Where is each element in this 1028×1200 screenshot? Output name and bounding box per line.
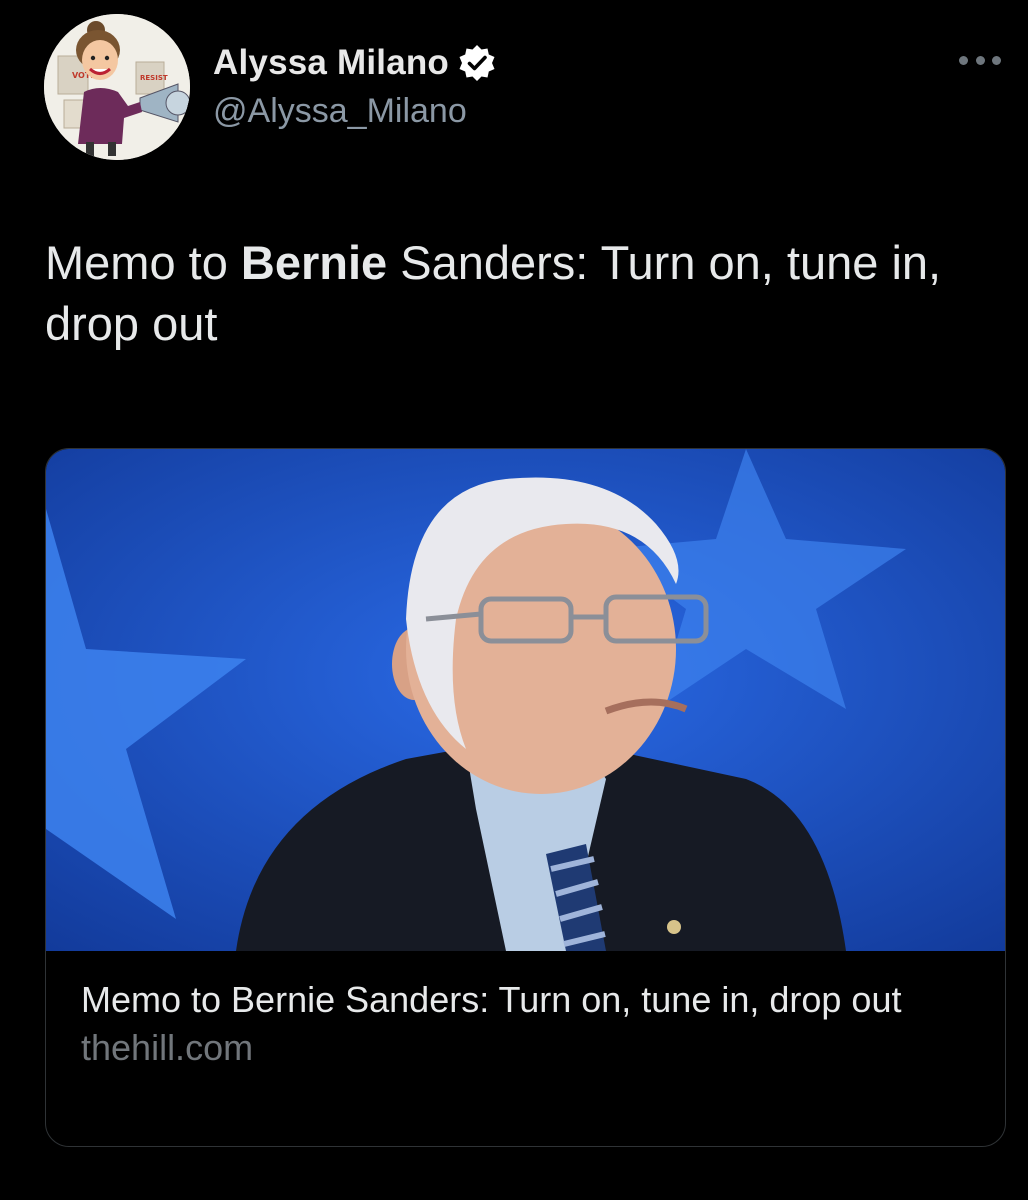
author-name-row[interactable]: Alyssa Milano <box>213 40 497 86</box>
link-preview-title[interactable]: Memo to Bernie Sanders: Turn on, tune in… <box>81 977 961 1023</box>
link-preview-domain: thehill.com <box>81 1027 254 1069</box>
author-display-name[interactable]: Alyssa Milano <box>213 43 449 83</box>
more-dot <box>975 55 985 65</box>
tweet-text-bold: Bernie <box>240 236 388 289</box>
tweet-text-part: Memo to <box>45 236 241 289</box>
link-preview-card[interactable]: Memo to Bernie Sanders: Turn on, tune in… <box>45 448 1006 1147</box>
more-dot <box>992 55 1001 65</box>
avatar[interactable]: VOTE RESIST <box>44 14 190 160</box>
svg-text:RESIST: RESIST <box>140 74 168 82</box>
tweet-text: Memo to Bernie Sanders: Turn on, tune in… <box>45 232 995 354</box>
verified-badge-icon <box>459 45 495 81</box>
avatar-caricature-icon: VOTE RESIST <box>44 14 190 160</box>
article-image <box>46 449 1005 951</box>
link-preview-text: Memo to Bernie Sanders: Turn on, tune in… <box>81 977 961 1071</box>
author-handle[interactable]: @Alyssa_Milano <box>213 92 467 131</box>
more-options-icon[interactable] <box>955 40 1005 80</box>
tweet-view: VOTE RESIST Alyssa Milano @Alyssa_Milano <box>0 0 1028 1200</box>
more-dot <box>959 55 968 65</box>
